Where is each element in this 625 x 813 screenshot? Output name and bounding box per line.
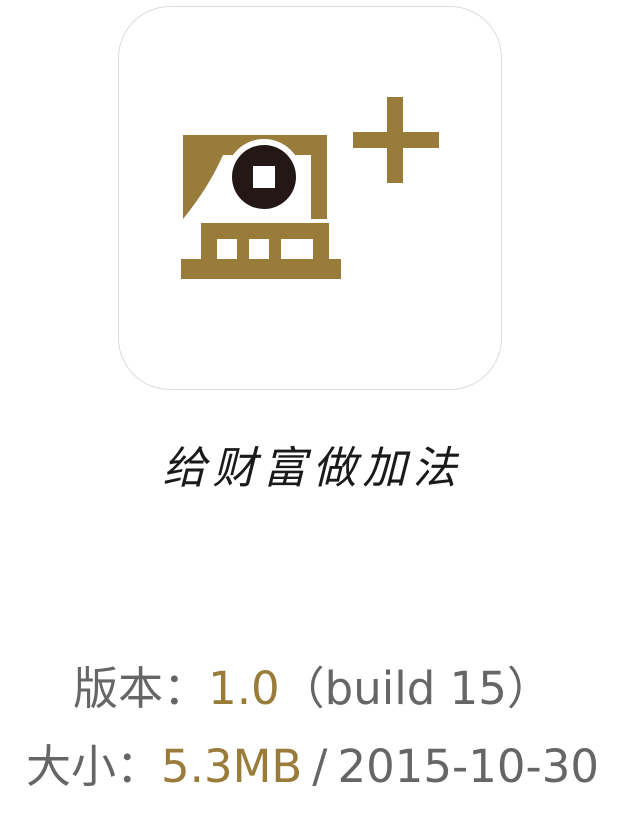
logo-plus-horizontal bbox=[353, 132, 439, 148]
logo-base-top bbox=[201, 223, 329, 239]
size-value: 5.3MB bbox=[161, 740, 303, 793]
logo-coin-hole bbox=[253, 166, 275, 188]
release-date: 2015-10-30 bbox=[337, 740, 599, 793]
size-info: 大小：5.3MB/2015-10-30 bbox=[0, 730, 625, 795]
size-label: 大小： bbox=[26, 740, 162, 793]
app-icon bbox=[118, 6, 502, 390]
version-info: 版本：1.0（build 15） bbox=[0, 652, 625, 717]
version-label: 版本： bbox=[73, 662, 209, 715]
version-value: 1.0 bbox=[208, 662, 280, 715]
app-tagline: 给财富做加法 bbox=[162, 443, 463, 494]
logo-base-bottom bbox=[181, 259, 341, 279]
ying-plus-logo-icon bbox=[181, 97, 439, 279]
version-build: （build 15） bbox=[279, 662, 552, 715]
size-separator: / bbox=[312, 740, 328, 793]
